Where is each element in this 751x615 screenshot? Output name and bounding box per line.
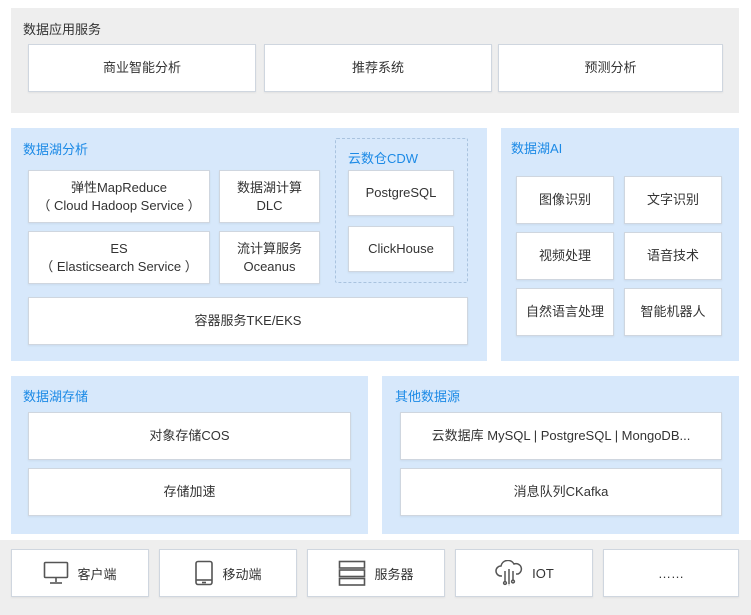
dlc-label-line1: 数据湖计算 [236, 179, 302, 195]
cloud-iot-icon [494, 560, 524, 586]
container-service-label: 容器服务TKE/EKS [194, 313, 302, 328]
cloud-database-label: 云数据库 MySQL | PostgreSQL | MongoDB... [431, 428, 691, 443]
cos-box[interactable]: 对象存储COS [28, 412, 351, 460]
client-more-label: …… [658, 565, 684, 581]
nlp-box[interactable]: 自然语言处理 [516, 288, 614, 336]
client-server-label: 服务器 [374, 566, 414, 582]
postgresql-box[interactable]: PostgreSQL [348, 170, 454, 216]
cdw-title: 云数仓CDW [348, 151, 419, 166]
client-desktop[interactable]: 客户端 [11, 549, 149, 597]
clickhouse-label: ClickHouse [368, 241, 434, 256]
client-iot[interactable]: IOT [455, 549, 593, 597]
oceanus-label-line1: 流计算服务 [236, 240, 302, 256]
bi-analysis-label: 商业智能分析 [102, 60, 181, 75]
clickhouse-box[interactable]: ClickHouse [348, 226, 454, 272]
monitor-icon [43, 561, 69, 585]
cos-label: 对象存储COS [149, 428, 230, 443]
image-recognition-label: 图像识别 [538, 192, 591, 207]
video-processing-box[interactable]: 视频处理 [516, 232, 614, 280]
client-desktop-label: 客户端 [77, 566, 117, 582]
storage-accel-label: 存储加速 [163, 484, 216, 499]
client-iot-label: IOT [532, 565, 554, 581]
oceanus-box[interactable]: 流计算服务 Oceanus [219, 231, 320, 284]
speech-tech-box[interactable]: 语音技术 [624, 232, 722, 280]
bi-analysis-box[interactable]: 商业智能分析 [28, 44, 256, 92]
client-server[interactable]: 服务器 [307, 549, 445, 597]
emr-box[interactable]: 弹性MapReduce （ Cloud Hadoop Service ） [28, 170, 210, 223]
smart-robot-box[interactable]: 智能机器人 [624, 288, 722, 336]
es-box[interactable]: ES （ Elasticsearch Service ） [28, 231, 210, 284]
client-mobile[interactable]: 移动端 [159, 549, 297, 597]
text-recognition-label: 文字识别 [646, 192, 699, 207]
predictive-analysis-box[interactable]: 预测分析 [498, 44, 723, 92]
ckafka-label: 消息队列CKafka [513, 484, 609, 499]
container-service-box[interactable]: 容器服务TKE/EKS [28, 297, 468, 345]
image-recognition-box[interactable]: 图像识别 [516, 176, 614, 224]
ckafka-box[interactable]: 消息队列CKafka [400, 468, 722, 516]
server-icon [338, 560, 366, 586]
postgresql-label: PostgreSQL [365, 185, 437, 200]
dlc-label-line2: DLC [256, 197, 283, 213]
recommend-system-box[interactable]: 推荐系统 [264, 44, 492, 92]
nlp-label: 自然语言处理 [525, 304, 604, 319]
client-mobile-label: 移动端 [222, 566, 262, 582]
speech-tech-label: 语音技术 [646, 248, 699, 263]
mobile-icon [194, 560, 214, 586]
lake-analysis-title: 数据湖分析 [23, 142, 89, 157]
app-services-title: 数据应用服务 [23, 22, 102, 37]
text-recognition-box[interactable]: 文字识别 [624, 176, 722, 224]
emr-label-line2: （ Cloud Hadoop Service ） [37, 197, 201, 213]
predictive-analysis-label: 预测分析 [584, 60, 637, 75]
client-more[interactable]: …… [603, 549, 739, 597]
lake-ai-title: 数据湖AI [511, 141, 563, 156]
lake-storage-title: 数据湖存储 [23, 389, 89, 404]
oceanus-label-line2: Oceanus [243, 258, 296, 274]
dlc-box[interactable]: 数据湖计算 DLC [219, 170, 320, 223]
other-sources-title: 其他数据源 [395, 389, 461, 404]
video-processing-label: 视频处理 [538, 248, 591, 263]
recommend-system-label: 推荐系统 [351, 60, 404, 75]
es-label-line2: （ Elasticsearch Service ） [40, 258, 198, 274]
es-label-line1: ES [110, 240, 128, 256]
storage-accel-box[interactable]: 存储加速 [28, 468, 351, 516]
emr-label-line1: 弹性MapReduce [70, 179, 168, 195]
smart-robot-label: 智能机器人 [640, 304, 706, 319]
cloud-database-box[interactable]: 云数据库 MySQL | PostgreSQL | MongoDB... [400, 412, 722, 460]
